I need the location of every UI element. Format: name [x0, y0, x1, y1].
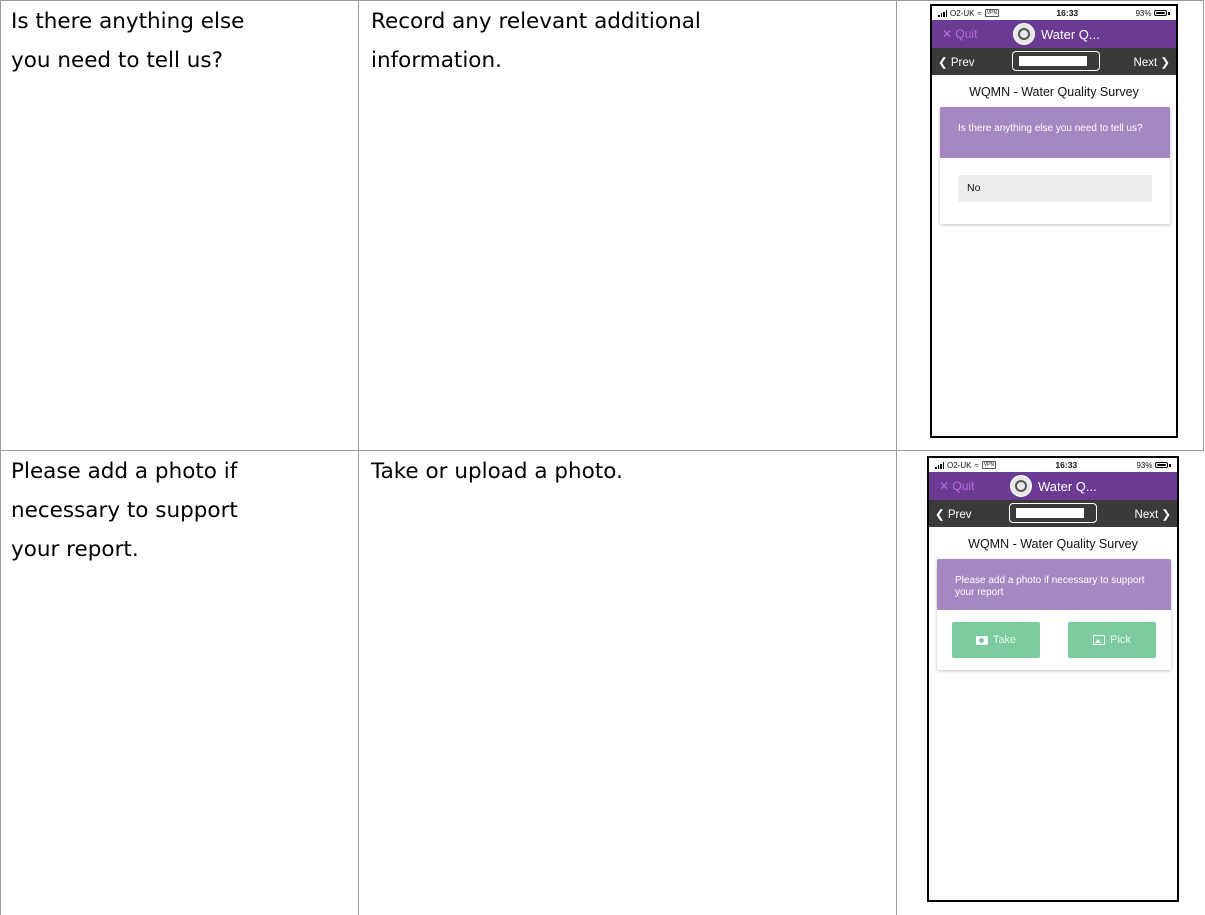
- pick-label: Pick: [1110, 634, 1131, 646]
- quit-button[interactable]: ✕ Quit: [939, 479, 974, 493]
- app-logo-icon: [1010, 475, 1032, 497]
- instruction-cell: Take or upload a photo.: [371, 452, 891, 491]
- carrier-label: O2-UK: [947, 460, 972, 470]
- status-time: 16:33: [1055, 460, 1078, 470]
- nav-bar: ❮ Prev Next ❯: [929, 500, 1177, 527]
- camera-icon: [975, 635, 988, 645]
- wifi-icon: ≈: [977, 8, 982, 18]
- table-row-divider: [0, 450, 1204, 451]
- card-question: Please add a photo if necessary to suppo…: [937, 559, 1171, 610]
- question-line: Please add a photo if: [11, 459, 238, 484]
- question-line: you need to tell us?: [11, 48, 223, 73]
- card-question: Is there anything else you need to tell …: [940, 107, 1170, 158]
- take-photo-button[interactable]: Take: [952, 622, 1040, 658]
- instruction-line: Record any relevant additional: [371, 9, 701, 34]
- instruction-line: information.: [371, 48, 502, 73]
- table-border-right: [1203, 0, 1204, 450]
- carrier-label: O2-UK: [950, 8, 975, 18]
- battery-icon: [1155, 462, 1169, 468]
- nav-bar: ❮ Prev Next ❯: [932, 48, 1176, 75]
- battery-percent: 93%: [1135, 8, 1152, 18]
- app-logo-icon: [1013, 23, 1035, 45]
- question-card: Please add a photo if necessary to suppo…: [937, 559, 1171, 670]
- status-bar: O2-UK ≈ VPN 16:33 93%: [932, 6, 1176, 20]
- app-titlebar: ✕ Quit Water Q...: [929, 472, 1177, 500]
- app-title: Water Q...: [1038, 478, 1097, 494]
- question-line: your report.: [11, 537, 139, 562]
- vpn-badge: VPN: [984, 9, 1000, 17]
- question-cell: Please add a photo if necessary to suppo…: [11, 452, 351, 569]
- table-column-divider-2: [896, 0, 897, 915]
- table-border-top: [0, 0, 1204, 1]
- question-card: Is there anything else you need to tell …: [940, 107, 1170, 224]
- instruction-cell: Record any relevant additional informati…: [371, 2, 891, 80]
- table-border-left: [0, 0, 1, 915]
- question-line: necessary to support: [11, 498, 238, 523]
- question-line: Is there anything else: [11, 9, 245, 34]
- wifi-icon: ≈: [974, 460, 979, 470]
- instruction-line: Take or upload a photo.: [371, 459, 623, 484]
- quit-button[interactable]: ✕ Quit: [942, 27, 977, 41]
- next-button[interactable]: Next ❯: [1134, 55, 1170, 69]
- phone-screenshot: O2-UK ≈ VPN 16:33 93% ✕ Quit Water Q... …: [927, 456, 1179, 902]
- survey-title: WQMN - Water Quality Survey: [969, 85, 1139, 99]
- prev-button[interactable]: ❮ Prev: [935, 507, 971, 521]
- prev-button[interactable]: ❮ Prev: [938, 55, 974, 69]
- question-cell: Is there anything else you need to tell …: [11, 2, 351, 80]
- gallery-icon: [1093, 635, 1106, 645]
- app-title: Water Q...: [1041, 26, 1100, 42]
- next-button[interactable]: Next ❯: [1135, 507, 1171, 521]
- status-bar: O2-UK ≈ VPN 16:33 93%: [929, 458, 1177, 472]
- answer-field[interactable]: No: [958, 175, 1152, 202]
- status-time: 16:33: [1056, 8, 1079, 18]
- page-selector[interactable]: [1012, 51, 1100, 71]
- phone-screenshot: O2-UK ≈ VPN 16:33 93% ✕ Quit Water Q... …: [930, 4, 1178, 438]
- battery-icon: [1154, 10, 1168, 16]
- page-selector[interactable]: [1009, 503, 1097, 523]
- take-label: Take: [992, 634, 1017, 646]
- vpn-badge: VPN: [981, 461, 997, 469]
- battery-percent: 93%: [1136, 460, 1153, 470]
- app-titlebar: ✕ Quit Water Q...: [932, 20, 1176, 48]
- table-column-divider-1: [358, 0, 359, 915]
- survey-title: WQMN - Water Quality Survey: [968, 537, 1138, 551]
- signal-icon: [938, 9, 947, 17]
- signal-icon: [935, 461, 944, 469]
- pick-photo-button[interactable]: Pick: [1068, 622, 1156, 658]
